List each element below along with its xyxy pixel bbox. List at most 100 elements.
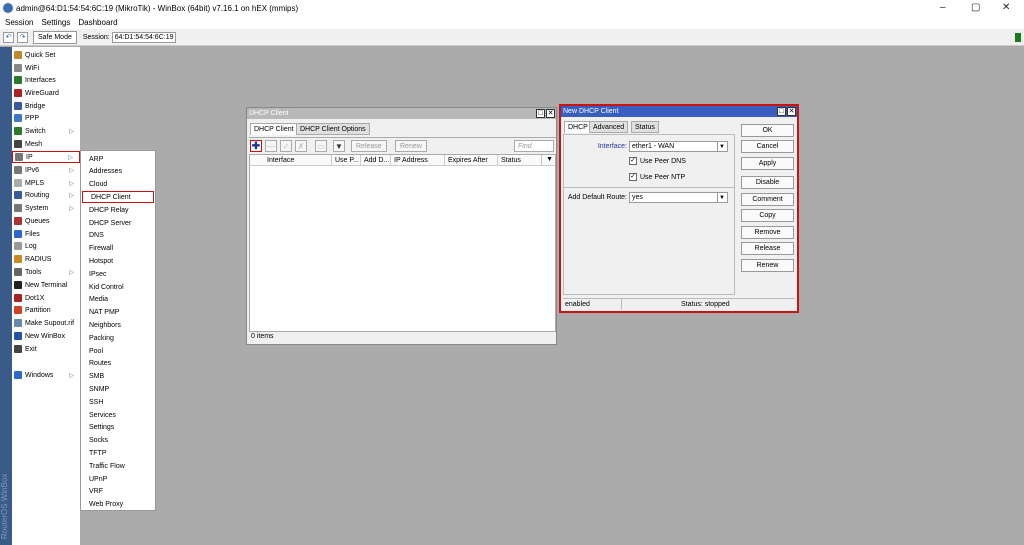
menu-dashboard[interactable]: Dashboard [78, 18, 117, 27]
restore-button[interactable]: ▢ [971, 2, 980, 13]
sidebar-item-system[interactable]: System ▷ [12, 202, 80, 214]
remove-icon[interactable]: — [265, 140, 277, 152]
col-expires-after[interactable]: Expires After [445, 155, 498, 166]
submenu-item-web-proxy[interactable]: Web Proxy [81, 499, 157, 511]
sidebar-item-quick-set[interactable]: Quick Set [12, 49, 80, 61]
find-input[interactable]: Find [514, 140, 554, 152]
sidebar-item-mpls[interactable]: MPLS ▷ [12, 177, 80, 189]
cancel-button[interactable]: Cancel [741, 140, 794, 153]
sidebar-item-switch[interactable]: Switch ▷ [12, 125, 80, 137]
close-icon[interactable]: ✕ [787, 107, 796, 116]
submenu-item-kid-control[interactable]: Kid Control [81, 281, 157, 293]
safe-mode-button[interactable]: Safe Mode [33, 30, 77, 44]
maximize-icon[interactable]: □ [777, 107, 786, 116]
renew-button[interactable]: Renew [741, 259, 794, 272]
sidebar-item-radius[interactable]: RADIUS [12, 253, 80, 265]
disable-icon[interactable]: ✗ [295, 140, 307, 152]
checkbox-icon[interactable]: ✓ [629, 173, 637, 181]
maximize-icon[interactable]: □ [536, 109, 545, 118]
sidebar-item-tools[interactable]: Tools ▷ [12, 266, 80, 278]
sidebar-item-exit[interactable]: Exit [12, 343, 80, 355]
col-interface[interactable]: Interface [264, 155, 332, 166]
add-button[interactable]: ✚ [250, 140, 262, 152]
sidebar-item-bridge[interactable]: Bridge [12, 100, 80, 112]
submenu-item-traffic-flow[interactable]: Traffic Flow [81, 460, 157, 472]
col-ip-address[interactable]: IP Address [391, 155, 445, 166]
submenu-item-packing[interactable]: Packing [81, 332, 157, 344]
submenu-item-vrf[interactable]: VRF [81, 486, 157, 498]
release-button[interactable]: Release [741, 242, 794, 255]
submenu-item-dhcp-server[interactable]: DHCP Server [81, 217, 157, 229]
enable-icon[interactable]: ✓ [280, 140, 292, 152]
submenu-item-tftp[interactable]: TFTP [81, 447, 157, 459]
dropdown-arrow-icon[interactable]: ▼ [717, 193, 726, 202]
default-route-select[interactable]: yes ▼ [629, 192, 728, 203]
tab-dhcp-client[interactable]: DHCP Client [250, 123, 298, 135]
sidebar-item-new-winbox[interactable]: New WinBox [12, 330, 80, 342]
filter-icon[interactable]: ▼ [333, 140, 345, 152]
submenu-item-addresses[interactable]: Addresses [81, 166, 157, 178]
submenu-item-dhcp-relay[interactable]: DHCP Relay [81, 204, 157, 216]
ok-button[interactable]: OK [741, 124, 794, 137]
sidebar-item-ip[interactable]: IP ▷ [12, 151, 80, 163]
submenu-item-arp[interactable]: ARP [81, 153, 157, 165]
sidebar-item-windows[interactable]: Windows ▷ [12, 369, 80, 381]
close-icon[interactable]: ✕ [546, 109, 555, 118]
session-field[interactable]: 64:D1:54:54:6C:19 [111, 31, 177, 43]
submenu-item-dhcp-client[interactable]: DHCP Client [82, 191, 154, 204]
submenu-item-cloud[interactable]: Cloud [81, 179, 157, 191]
undo-icon[interactable]: ↶ [3, 31, 14, 43]
interface-select[interactable]: ether1 - WAN ▼ [629, 141, 728, 152]
submenu-item-dns[interactable]: DNS [81, 230, 157, 242]
close-button[interactable]: ✕ [1002, 2, 1010, 13]
use-peer-dns-checkbox[interactable]: ✓ Use Peer DNS [629, 157, 686, 165]
submenu-item-smb[interactable]: SMB [81, 371, 157, 383]
submenu-item-snmp[interactable]: SNMP [81, 383, 157, 395]
col-use-peer[interactable]: Use P... [332, 155, 361, 166]
tab-status[interactable]: Status [631, 121, 659, 133]
submenu-item-services[interactable]: Services [81, 409, 157, 421]
col-status[interactable]: Status [498, 155, 542, 166]
submenu-item-nat-pmp[interactable]: NAT PMP [81, 307, 157, 319]
sidebar-item-log[interactable]: Log [12, 240, 80, 252]
minimize-button[interactable]: – [940, 2, 946, 13]
submenu-item-ipsec[interactable]: IPsec [81, 268, 157, 280]
tab-advanced[interactable]: Advanced [589, 121, 629, 133]
submenu-item-hotspot[interactable]: Hotspot [81, 255, 157, 267]
checkbox-icon[interactable]: ✓ [629, 157, 637, 165]
sidebar-item-routing[interactable]: Routing ▷ [12, 189, 80, 201]
submenu-item-upnp[interactable]: UPnP [81, 473, 157, 485]
sidebar-item-queues[interactable]: Queues [12, 215, 80, 227]
tab-dhcp[interactable]: DHCP [564, 121, 592, 133]
sidebar-item-partition[interactable]: Partition [12, 304, 80, 316]
submenu-item-neighbors[interactable]: Neighbors [81, 319, 157, 331]
menu-settings[interactable]: Settings [41, 18, 70, 27]
release-button[interactable]: Release [351, 140, 387, 152]
use-peer-ntp-checkbox[interactable]: ✓ Use Peer NTP [629, 173, 685, 181]
sidebar-item-dot1x[interactable]: Dot1X [12, 292, 80, 304]
redo-icon[interactable]: ↷ [17, 31, 28, 43]
sidebar-item-ipv6[interactable]: IPv6 ▷ [12, 164, 80, 176]
sidebar-item-interfaces[interactable]: Interfaces [12, 74, 80, 86]
sidebar-item-files[interactable]: Files [12, 228, 80, 240]
column-chooser-icon[interactable]: ▼ [546, 156, 553, 163]
remove-button[interactable]: Remove [741, 226, 794, 239]
submenu-item-socks[interactable]: Socks [81, 435, 157, 447]
sidebar-item-mesh[interactable]: Mesh [12, 138, 80, 150]
sidebar-item-wifi[interactable]: WiFi [12, 62, 80, 74]
sidebar-item-ppp[interactable]: PPP [12, 112, 80, 124]
submenu-item-firewall[interactable]: Firewall [81, 243, 157, 255]
dhcp-client-titlebar[interactable]: DHCP Client □ ✕ [247, 108, 556, 119]
comment-icon[interactable]: ▭ [315, 140, 327, 152]
disable-button[interactable]: Disable [741, 176, 794, 189]
tab-dhcp-client-options[interactable]: DHCP Client Options [296, 123, 370, 135]
submenu-item-routes[interactable]: Routes [81, 358, 157, 370]
sidebar-item-wireguard[interactable]: WireGuard [12, 87, 80, 99]
renew-button[interactable]: Renew [395, 140, 427, 152]
dropdown-arrow-icon[interactable]: ▼ [717, 142, 726, 151]
comment-button[interactable]: Comment [741, 193, 794, 206]
submenu-item-ssh[interactable]: SSH [81, 396, 157, 408]
sidebar-item-make-supout-rif[interactable]: Make Supout.rif [12, 317, 80, 329]
copy-button[interactable]: Copy [741, 209, 794, 222]
menu-session[interactable]: Session [5, 18, 33, 27]
